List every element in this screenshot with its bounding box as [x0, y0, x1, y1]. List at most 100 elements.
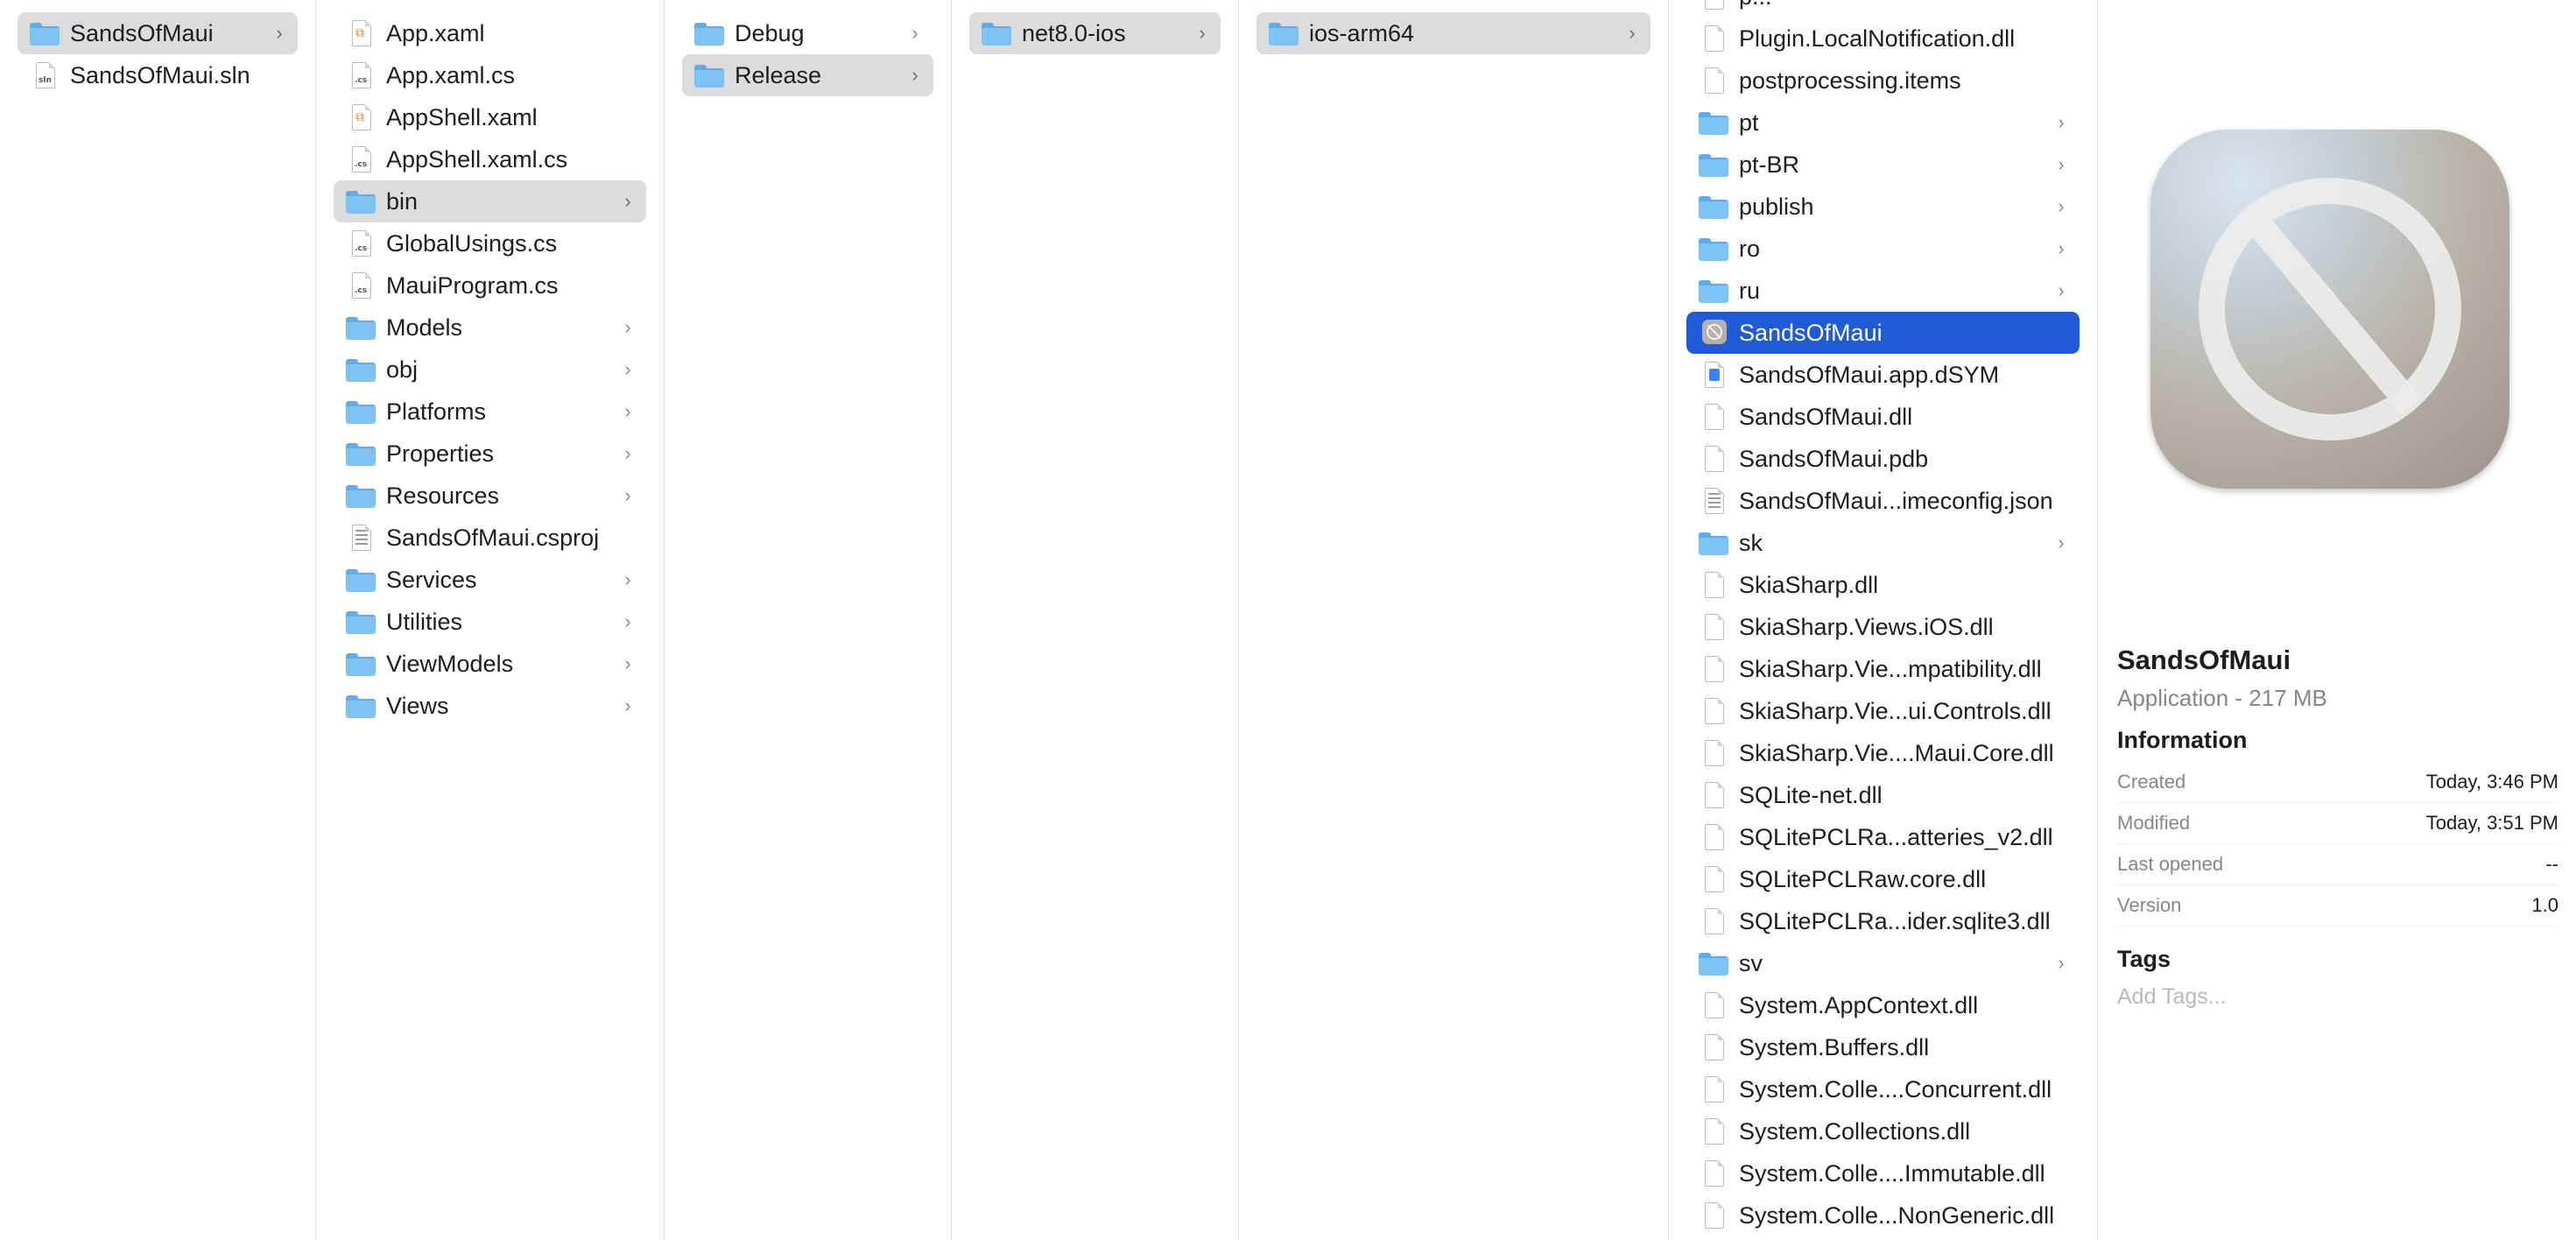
file-item-label: net8.0-ios	[1022, 19, 1126, 46]
column-bin[interactable]: Debug › Release ›	[665, 0, 952, 1240]
file-item-skiasharp-views-ios-dll[interactable]: SkiaSharp.Views.iOS.dll	[1686, 606, 2080, 648]
file-item-skiasharp-dll[interactable]: SkiaSharp.dll	[1686, 564, 2080, 606]
column-ios-arm64[interactable]: p... Plugin.LocalNotification.dll postproc…	[1669, 0, 2098, 1240]
add-tags-field[interactable]: Add Tags...	[2117, 984, 2227, 1010]
file-item-resources[interactable]: Resources ›	[334, 475, 646, 517]
file-item-globalusings-cs[interactable]: .cs GlobalUsings.cs	[334, 222, 646, 264]
file-item-sandsofmaui[interactable]: SandsOfMaui	[1686, 312, 2080, 354]
file-item-models[interactable]: Models ›	[334, 306, 646, 349]
folder-icon	[694, 62, 724, 88]
file-item-net8-0-ios[interactable]: net8.0-ios ›	[969, 12, 1221, 54]
file-item-sk[interactable]: sk ›	[1686, 522, 2080, 564]
file-item-obj[interactable]: obj ›	[334, 349, 646, 391]
folder-icon	[30, 20, 60, 46]
chevron-right-icon: ›	[624, 610, 631, 632]
file-item-label: MauiProgram.cs	[386, 271, 559, 299]
file-item-platforms[interactable]: Platforms ›	[334, 391, 646, 433]
file-icon	[1699, 25, 1728, 52]
file-item-pt-br[interactable]: pt-BR ›	[1686, 144, 2080, 186]
chevron-right-icon: ›	[2058, 952, 2065, 974]
file-item-label: System.AppContext.dll	[1739, 991, 1979, 1018]
column-root[interactable]: SandsOfMaui › sln SandsOfMaui.sln	[0, 0, 316, 1240]
column-release[interactable]: net8.0-ios ›	[952, 0, 1239, 1240]
file-item-app-xaml-cs[interactable]: .cs App.xaml.cs	[334, 54, 646, 96]
folder-icon	[1699, 109, 1728, 136]
app-preview-icon	[2150, 130, 2509, 489]
sln-file-icon: sln	[30, 62, 60, 88]
file-item-system-buffers-dll[interactable]: System.Buffers.dll	[1686, 1026, 2080, 1068]
file-item-label: Services	[386, 566, 477, 593]
file-item-sandsofmaui-pdb[interactable]: SandsOfMaui.pdb	[1686, 438, 2080, 480]
file-item-sqlite-net-dll[interactable]: SQLite-net.dll	[1686, 774, 2080, 816]
file-item-label: AppShell.xaml.cs	[386, 145, 568, 173]
file-item-label: SandsOfMaui.sln	[70, 61, 250, 88]
folder-icon	[346, 609, 376, 635]
chevron-right-icon: ›	[911, 22, 918, 44]
file-item-postprocessing-items[interactable]: postprocessing.items	[1686, 60, 2080, 102]
file-icon	[1699, 1202, 1728, 1229]
chevron-right-icon: ›	[276, 22, 283, 44]
file-item-sqlitepclra-ider-sqlite3-dll[interactable]: SQLitePCLRa...ider.sqlite3.dll	[1686, 900, 2080, 942]
file-item-ro[interactable]: ro ›	[1686, 228, 2080, 270]
file-item-label: System.Colle...NonGeneric.dll	[1739, 1201, 2055, 1229]
info-row-version: Version 1.0	[2117, 885, 2558, 926]
file-item-mauiprogram-cs[interactable]: .cs MauiProgram.cs	[334, 264, 646, 306]
file-item-label: SQLite-net.dll	[1739, 781, 1883, 808]
file-item-ru[interactable]: ru ›	[1686, 270, 2080, 312]
file-item-skiasharp-vie-maui-core-dll[interactable]: SkiaSharp.Vie....Maui.Core.dll	[1686, 732, 2080, 774]
file-item-bin[interactable]: bin ›	[334, 180, 646, 222]
file-item-sqlitepclra-atteries-v2-dll[interactable]: SQLitePCLRa...atteries_v2.dll	[1686, 816, 2080, 858]
file-icon	[1699, 1118, 1728, 1145]
file-item-system-colle-concurrent-dll[interactable]: System.Colle....Concurrent.dll	[1686, 1068, 2080, 1110]
info-key: Last opened	[2117, 853, 2224, 875]
file-item-system-appcontext-dll[interactable]: System.AppContext.dll	[1686, 984, 2080, 1026]
file-item-system-colle-immutable-dll[interactable]: System.Colle....Immutable.dll	[1686, 1152, 2080, 1194]
file-icon	[1699, 782, 1728, 808]
file-item-label: Views	[386, 692, 449, 719]
file-item-publish[interactable]: publish ›	[1686, 186, 2080, 228]
file-item-release[interactable]: Release ›	[682, 54, 933, 96]
file-item-skiasharp-vie-mpatibility-dll[interactable]: SkiaSharp.Vie...mpatibility.dll	[1686, 648, 2080, 690]
file-item-system-colle-nongeneric-dll[interactable]: System.Colle...NonGeneric.dll	[1686, 1194, 2080, 1236]
file-item-p[interactable]: p...	[1686, 0, 2080, 18]
file-item-label: SQLitePCLRa...ider.sqlite3.dll	[1739, 907, 2051, 934]
file-item-services[interactable]: Services ›	[334, 559, 646, 601]
file-icon	[1699, 824, 1728, 850]
file-item-label: GlobalUsings.cs	[386, 229, 558, 257]
file-item-sqlitepclraw-core-dll[interactable]: SQLitePCLRaw.core.dll	[1686, 858, 2080, 900]
file-item-plugin-localnotification-dll[interactable]: Plugin.LocalNotification.dll	[1686, 18, 2080, 60]
cs-file-icon: .cs	[346, 230, 376, 257]
file-item-properties[interactable]: Properties ›	[334, 433, 646, 475]
file-item-appshell-xaml[interactable]: ⧉ AppShell.xaml	[334, 96, 646, 138]
file-item-sandsofmaui-app-dsym[interactable]: SandsOfMaui.app.dSYM	[1686, 354, 2080, 396]
file-item-app-xaml[interactable]: ⧉ App.xaml	[334, 12, 646, 54]
file-item-views[interactable]: Views ›	[334, 685, 646, 727]
file-item-label: SkiaSharp.Views.iOS.dll	[1739, 613, 1994, 640]
cs-file-icon: .cs	[346, 146, 376, 173]
file-icon	[1699, 908, 1728, 934]
file-item-sandsofmaui[interactable]: SandsOfMaui ›	[18, 12, 298, 54]
file-item-label: sv	[1739, 949, 1763, 976]
information-table: Created Today, 3:46 PM Modified Today, 3…	[2117, 762, 2558, 926]
column-sandsofmaui[interactable]: ⧉ App.xaml .cs App.xaml.cs ⧉ AppShell.xaml .cs…	[316, 0, 665, 1240]
file-item-sandsofmaui-dll[interactable]: SandsOfMaui.dll	[1686, 396, 2080, 438]
file-item-utilities[interactable]: Utilities ›	[334, 601, 646, 643]
file-item-pt[interactable]: pt ›	[1686, 102, 2080, 144]
file-item-skiasharp-vie-ui-controls-dll[interactable]: SkiaSharp.Vie...ui.Controls.dll	[1686, 690, 2080, 732]
column-items: ⧉ App.xaml .cs App.xaml.cs ⧉ AppShell.xaml .cs…	[316, 12, 664, 727]
file-item-sv[interactable]: sv ›	[1686, 942, 2080, 984]
info-row-created: Created Today, 3:46 PM	[2117, 762, 2558, 803]
file-item-appshell-xaml-cs[interactable]: .cs AppShell.xaml.cs	[334, 138, 646, 180]
file-item-debug[interactable]: Debug ›	[682, 12, 933, 54]
file-item-system-collections-dll[interactable]: System.Collections.dll	[1686, 1110, 2080, 1152]
file-item-label: Models	[386, 314, 463, 341]
cs-file-icon: .cs	[346, 62, 376, 88]
file-item-viewmodels[interactable]: ViewModels ›	[334, 643, 646, 685]
file-item-sandsofmaui-csproj[interactable]: SandsOfMaui.csproj	[334, 517, 646, 559]
file-item-sandsofmaui-sln[interactable]: sln SandsOfMaui.sln	[18, 54, 298, 96]
column-net8-ios[interactable]: ios-arm64 ›	[1239, 0, 1669, 1240]
file-item-sandsofmaui-imeconfig-json[interactable]: SandsOfMaui...imeconfig.json	[1686, 480, 2080, 522]
file-item-ios-arm64[interactable]: ios-arm64 ›	[1256, 12, 1650, 54]
info-key: Modified	[2117, 812, 2191, 834]
file-icon	[1699, 656, 1728, 682]
